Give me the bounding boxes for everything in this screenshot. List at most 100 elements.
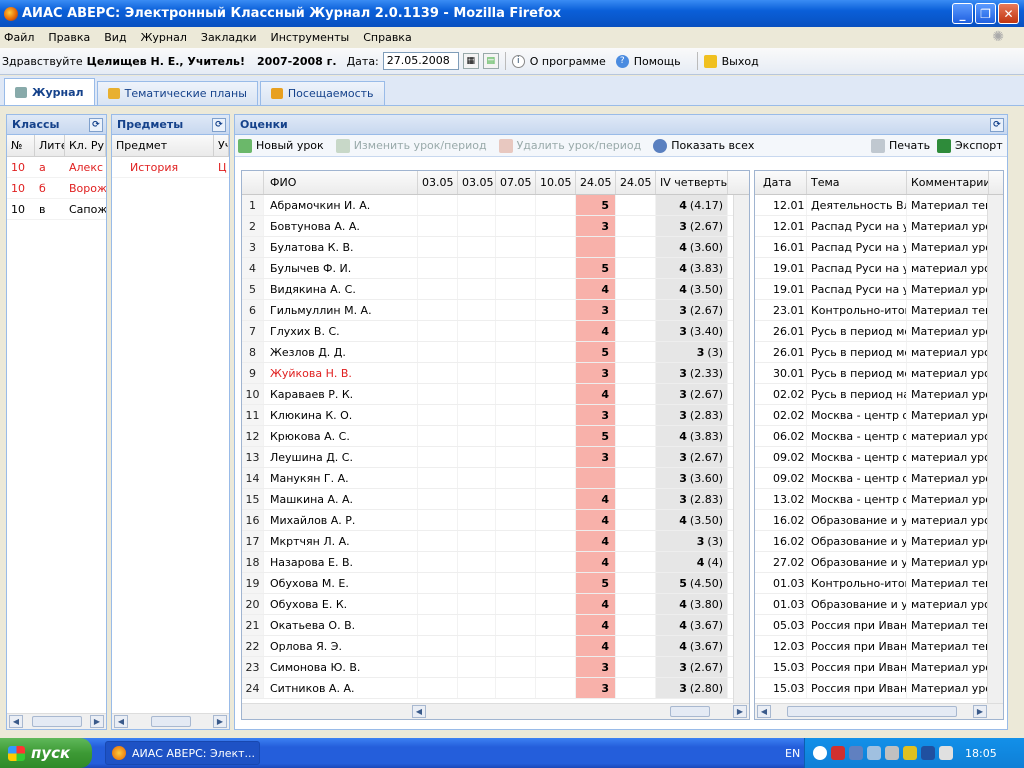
minimize-button[interactable]: _ bbox=[952, 3, 973, 24]
student-row[interactable]: 24 Ситников А. А. 3 3 (2.80) bbox=[242, 678, 749, 699]
grade-mark[interactable]: 3 bbox=[576, 447, 616, 467]
lesson-row[interactable]: 12.01Деятельность ВлаМатериал темь bbox=[755, 195, 1003, 216]
student-row[interactable]: 17 Мкртчян Л. А. 4 3 (3) bbox=[242, 531, 749, 552]
refresh-icon[interactable]: ⟳ bbox=[990, 118, 1004, 132]
student-row[interactable]: 13 Леушина Д. С. 3 3 (2.67) bbox=[242, 447, 749, 468]
column-header[interactable]: Кл. Ру bbox=[65, 135, 106, 156]
grade-mark[interactable]: 4 bbox=[576, 552, 616, 572]
grade-cell[interactable] bbox=[616, 594, 656, 614]
student-row[interactable]: 16 Михайлов А. Р. 4 4 (3.50) bbox=[242, 510, 749, 531]
menu-journal[interactable]: Журнал bbox=[141, 31, 187, 44]
grade-mark[interactable]: 3 bbox=[576, 300, 616, 320]
menu-tools[interactable]: Инструменты bbox=[271, 31, 350, 44]
lesson-row[interactable]: 09.02 Москва - центр об материал урок bbox=[755, 447, 1003, 468]
lesson-row[interactable]: 19.01 Распад Руси на уд материал урок bbox=[755, 258, 1003, 279]
grade-cell[interactable] bbox=[616, 279, 656, 299]
grade-mark[interactable]: 4 bbox=[576, 510, 616, 530]
scroll-thumb[interactable] bbox=[669, 706, 710, 717]
grade-mark[interactable]: 4 bbox=[576, 489, 616, 509]
tray-mail-icon[interactable] bbox=[903, 746, 917, 760]
tray-printer-icon[interactable] bbox=[885, 746, 899, 760]
tray-device-icon[interactable] bbox=[939, 746, 953, 760]
scroll-right-icon[interactable]: ▶ bbox=[213, 715, 227, 728]
tray-app-icon[interactable] bbox=[813, 746, 827, 760]
menu-view[interactable]: Вид bbox=[104, 31, 126, 44]
lesson-row[interactable]: 12.03Россия при Иване IМатериал темь bbox=[755, 636, 1003, 657]
student-row[interactable]: 23 Симонова Ю. В. 3 3 (2.67) bbox=[242, 657, 749, 678]
grade-cell[interactable] bbox=[616, 531, 656, 551]
grade-cell[interactable] bbox=[616, 510, 656, 530]
column-header[interactable]: 03.05 bbox=[418, 171, 458, 194]
lesson-row[interactable]: 16.02Образование и укрМатериал урок bbox=[755, 531, 1003, 552]
new-lesson-button[interactable]: Новый урок bbox=[238, 138, 324, 153]
tray-network-icon[interactable] bbox=[849, 746, 863, 760]
class-row[interactable]: 10 а Алекс bbox=[7, 157, 106, 178]
column-header[interactable]: Уч bbox=[214, 135, 229, 156]
grade-mark[interactable]: 3 bbox=[576, 657, 616, 677]
grade-mark[interactable] bbox=[576, 237, 616, 257]
scroll-left-icon[interactable]: ◀ bbox=[114, 715, 128, 728]
show-all-button[interactable]: Показать всех bbox=[653, 138, 754, 153]
grade-mark[interactable]: 4 bbox=[576, 615, 616, 635]
refresh-icon[interactable]: ⟳ bbox=[212, 118, 226, 132]
grade-cell[interactable] bbox=[616, 426, 656, 446]
print-button[interactable]: Печать bbox=[871, 138, 930, 153]
maximize-button[interactable]: ❐ bbox=[975, 3, 996, 24]
calendar-today-icon[interactable]: ▤ bbox=[482, 53, 499, 69]
lesson-row[interactable]: 05.03Россия при Иване IМатериал темь bbox=[755, 615, 1003, 636]
grade-cell[interactable] bbox=[616, 384, 656, 404]
vertical-scrollbar[interactable] bbox=[733, 195, 749, 705]
grade-mark[interactable]: 4 bbox=[576, 636, 616, 656]
grade-cell[interactable] bbox=[616, 636, 656, 656]
grade-mark[interactable]: 3 bbox=[576, 363, 616, 383]
grade-mark[interactable]: 5 bbox=[576, 195, 616, 215]
scroll-thumb[interactable] bbox=[787, 706, 957, 717]
grade-mark[interactable]: 4 bbox=[576, 321, 616, 341]
lesson-row[interactable]: 26.01Русь в период монматериал урок bbox=[755, 342, 1003, 363]
grade-cell[interactable] bbox=[616, 552, 656, 572]
column-header[interactable]: IV четверть bbox=[656, 171, 728, 194]
menu-bookmarks[interactable]: Закладки bbox=[201, 31, 257, 44]
lesson-row[interactable]: 16.02Образование и укрматериал урок bbox=[755, 510, 1003, 531]
student-row[interactable]: 9 Жуйкова Н. В. 3 3 (2.33) bbox=[242, 363, 749, 384]
grade-cell[interactable] bbox=[616, 300, 656, 320]
grade-cell[interactable] bbox=[616, 342, 656, 362]
lesson-row[interactable]: 23.01Контрольно-итогоМатериал темь bbox=[755, 300, 1003, 321]
grade-cell[interactable] bbox=[616, 363, 656, 383]
column-header[interactable]: 10.05 bbox=[536, 171, 576, 194]
column-header[interactable]: ФИО bbox=[264, 171, 418, 194]
vertical-scrollbar[interactable] bbox=[987, 195, 1003, 705]
taskbar-firefox-item[interactable]: АИАС АВЕРС: Элект... bbox=[105, 741, 260, 765]
lesson-row[interactable]: 27.02Образование и укрМатериал урок bbox=[755, 552, 1003, 573]
language-indicator[interactable]: EN bbox=[785, 747, 800, 760]
student-row[interactable]: 4 Булычев Ф. И. 5 4 (3.83) bbox=[242, 258, 749, 279]
help-link[interactable]: ? Помощь bbox=[615, 54, 681, 68]
grade-cell[interactable] bbox=[616, 657, 656, 677]
grade-mark[interactable]: 4 bbox=[576, 531, 616, 551]
lesson-row[interactable]: 15.03Россия при Иване IМатериал урок bbox=[755, 657, 1003, 678]
grade-cell[interactable] bbox=[616, 258, 656, 278]
grade-mark[interactable]: 3 bbox=[576, 678, 616, 698]
export-button[interactable]: Экспорт bbox=[937, 138, 1003, 153]
column-header[interactable]: Комментарии bbox=[907, 171, 989, 194]
grade-cell[interactable] bbox=[616, 195, 656, 215]
tab-thematic-plans[interactable]: Тематические планы bbox=[96, 81, 258, 105]
grade-mark[interactable]: 3 bbox=[576, 216, 616, 236]
tab-journal[interactable]: Журнал bbox=[4, 78, 95, 105]
lesson-row[interactable]: 02.02Русь в период нацМатериал урок bbox=[755, 384, 1003, 405]
column-header[interactable]: 03.05 bbox=[458, 171, 496, 194]
scroll-right-icon[interactable]: ▶ bbox=[733, 705, 747, 718]
tab-attendance[interactable]: Посещаемость bbox=[259, 81, 385, 105]
horizontal-scrollbar[interactable]: ◀ ▶ bbox=[242, 703, 749, 719]
column-header[interactable]: Лите bbox=[35, 135, 65, 156]
lesson-row[interactable]: 01.03Контрольно-итогоМатериал темь bbox=[755, 573, 1003, 594]
student-row[interactable]: 18 Назарова Е. В. 4 4 (4) bbox=[242, 552, 749, 573]
grade-cell[interactable] bbox=[616, 447, 656, 467]
class-row[interactable]: 10 б Ворож bbox=[7, 178, 106, 199]
column-header[interactable]: Дата bbox=[755, 171, 807, 194]
grade-mark[interactable]: 5 bbox=[576, 342, 616, 362]
date-input[interactable]: 27.05.2008 bbox=[382, 52, 459, 70]
scroll-left-icon[interactable]: ◀ bbox=[412, 705, 426, 718]
student-row[interactable]: 19 Обухова М. Е. 5 5 (4.50) bbox=[242, 573, 749, 594]
column-header[interactable]: 24.05 bbox=[576, 171, 616, 194]
